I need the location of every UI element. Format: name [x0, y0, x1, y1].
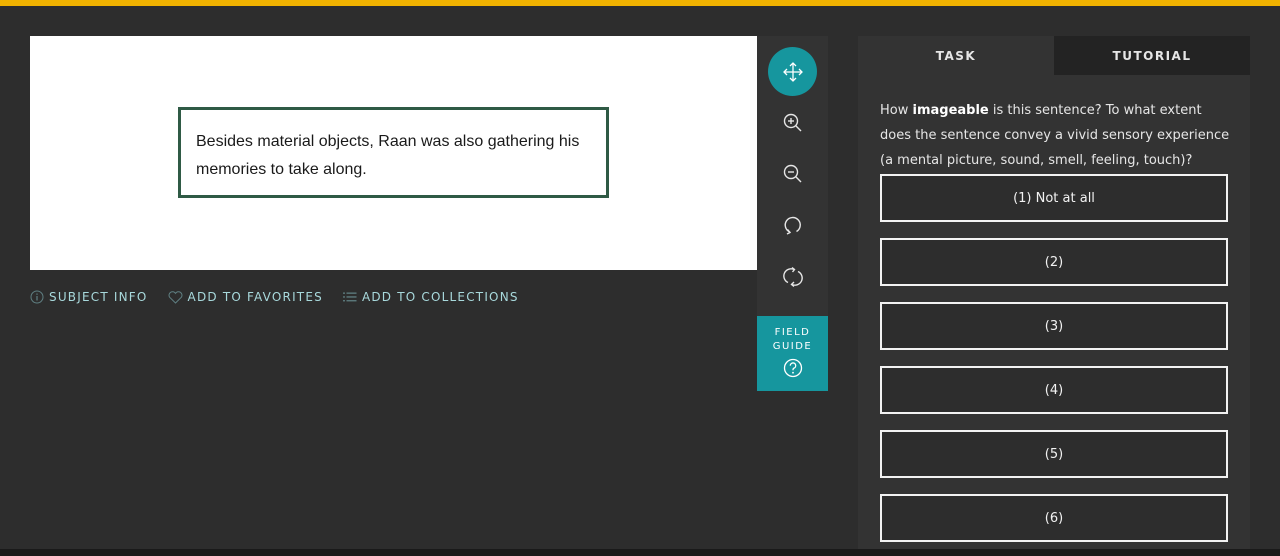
- image-toolbar: [757, 36, 828, 316]
- sentence-text: Besides material objects, Raan was also …: [178, 107, 609, 198]
- reset-icon: [782, 266, 803, 287]
- info-icon: [30, 290, 44, 304]
- zoom-in-icon: [783, 113, 801, 131]
- rotate-button[interactable]: [768, 200, 817, 249]
- zoom-out-button[interactable]: [768, 149, 817, 198]
- question-keyword: imageable: [912, 103, 989, 118]
- answer-option-6[interactable]: (6): [880, 494, 1228, 542]
- add-to-favorites-label: ADD TO FAVORITES: [187, 290, 323, 304]
- answer-option-5[interactable]: (5): [880, 430, 1228, 478]
- add-to-favorites-link[interactable]: ADD TO FAVORITES: [168, 290, 323, 304]
- subject-meta-links: SUBJECT INFO ADD TO FAVORITES ADD TO COL…: [30, 290, 519, 304]
- zoom-out-icon: [783, 164, 801, 182]
- question-prefix: How: [880, 103, 913, 118]
- heart-icon: [168, 290, 182, 304]
- reset-button[interactable]: [768, 252, 817, 301]
- field-guide-label-line2: GUIDE: [772, 341, 813, 352]
- list-icon: [342, 292, 357, 302]
- field-guide-label-line1: FIELD: [774, 327, 811, 338]
- move-icon: [782, 61, 803, 82]
- rotate-icon: [784, 216, 801, 235]
- answer-option-4[interactable]: (4): [880, 366, 1228, 414]
- subject-info-label: SUBJECT INFO: [49, 290, 148, 304]
- move-button[interactable]: [768, 47, 817, 96]
- task-question: How imageable is this sentence? To what …: [880, 98, 1236, 173]
- subject-viewer[interactable]: Besides material objects, Raan was also …: [30, 36, 757, 270]
- answer-option-2[interactable]: (2): [880, 238, 1228, 286]
- field-guide-button[interactable]: FIELD GUIDE: [757, 316, 828, 391]
- bottom-bar: [0, 549, 1280, 556]
- answer-option-1[interactable]: (1) Not at all: [880, 174, 1228, 222]
- top-accent-bar: [0, 0, 1280, 6]
- tab-tutorial[interactable]: TUTORIAL: [1054, 36, 1250, 75]
- answer-option-3[interactable]: (3): [880, 302, 1228, 350]
- subject-info-link[interactable]: SUBJECT INFO: [30, 290, 148, 304]
- add-to-collections-link[interactable]: ADD TO COLLECTIONS: [342, 290, 519, 304]
- tab-task[interactable]: TASK: [858, 36, 1054, 75]
- task-tabs: TASK TUTORIAL: [858, 36, 1250, 75]
- zoom-in-button[interactable]: [768, 98, 817, 147]
- add-to-collections-label: ADD TO COLLECTIONS: [361, 290, 519, 304]
- help-icon: [783, 358, 803, 378]
- task-panel: TASK TUTORIAL How imageable is this sent…: [858, 36, 1250, 549]
